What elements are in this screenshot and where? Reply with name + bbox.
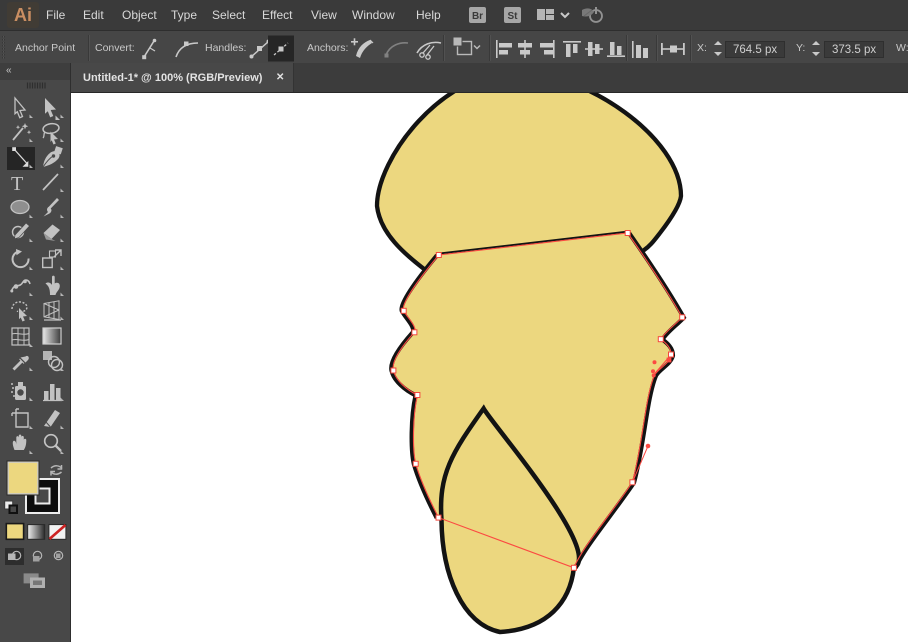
svg-text:Br: Br: [472, 11, 483, 22]
svg-text:St: St: [508, 11, 519, 22]
svg-text:T: T: [11, 173, 23, 195]
